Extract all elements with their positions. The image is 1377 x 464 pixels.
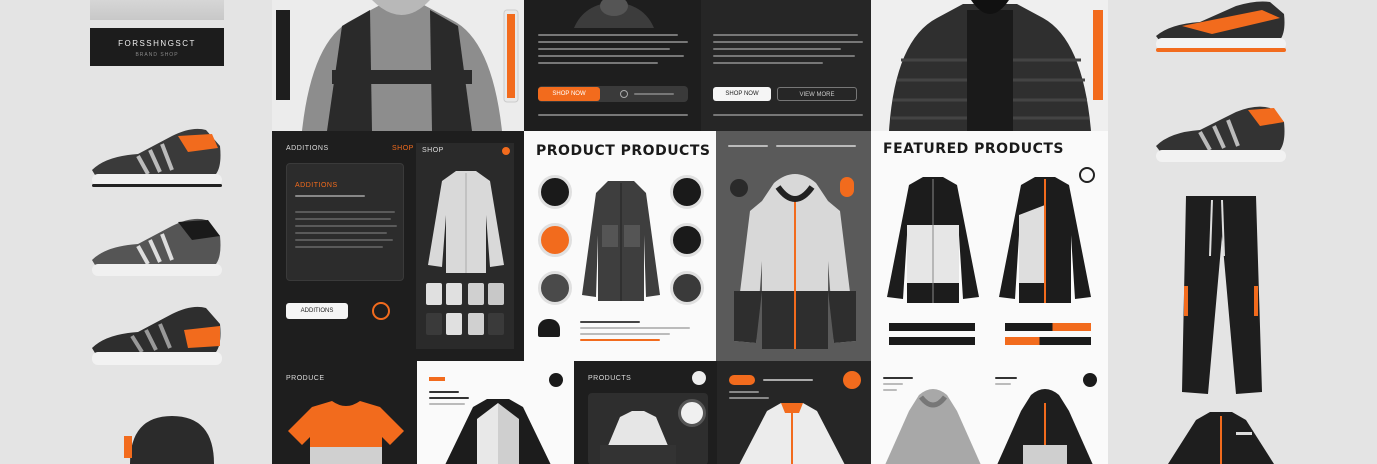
hero-panel-vest xyxy=(272,0,524,131)
sneaker-right-2 xyxy=(1156,106,1286,162)
hoodie-image xyxy=(734,174,856,349)
product-products-panel: PRODUCT PRODUCTS xyxy=(524,131,716,361)
view-more-button-c[interactable]: VIEW MORE xyxy=(777,87,857,101)
mockup-board: { "brand": { "logo_text": "FORSSHNGSCT",… xyxy=(0,0,1377,464)
featured-products-panel: FEATURED PRODUCTS xyxy=(871,131,1108,361)
product-card-3d xyxy=(717,361,871,464)
grey-jacket-image xyxy=(428,171,504,273)
shop-now-button-b[interactable]: SHOP NOW xyxy=(538,87,600,101)
color-option-black-2[interactable] xyxy=(670,175,704,209)
beanie-hat xyxy=(124,416,214,464)
play-icon[interactable] xyxy=(678,399,706,427)
sneaker-right-1 xyxy=(1156,1,1286,52)
track-jacket-orange-zip-image xyxy=(999,177,1091,303)
shop-now-button-c[interactable]: SHOP NOW xyxy=(713,87,771,101)
color-option-grey-2[interactable] xyxy=(670,271,704,305)
brand-logo-card: FORSSHNGSCT BRAND SHOP xyxy=(90,28,224,66)
dark-additions-panel: ADDITIONS SHOP ADDITIONS ADDITIONS SHOP xyxy=(272,131,524,361)
track-jacket-right xyxy=(1168,412,1274,464)
color-option-grey[interactable] xyxy=(538,271,572,305)
sneaker-left-1 xyxy=(92,128,222,187)
brand-logo-subtext: BRAND SHOP xyxy=(135,52,179,58)
model-portrait-b xyxy=(574,0,654,28)
color-option-black-3[interactable] xyxy=(670,223,704,257)
featured-products-title: FEATURED PRODUCTS xyxy=(883,141,1064,157)
content-card: ADDITIONS xyxy=(286,163,404,281)
produce-panel: PRODUCE xyxy=(272,361,417,464)
close-icon[interactable] xyxy=(502,147,510,155)
products-panel-3c: PRODUCTS xyxy=(574,361,717,464)
products-title: PRODUCTS xyxy=(588,375,632,382)
product-jacket-card: SHOP xyxy=(416,143,514,349)
track-pants xyxy=(1182,196,1262,394)
model-vest-image xyxy=(272,0,524,131)
white-jacket-orange-collar-image xyxy=(739,403,845,464)
color-option-black-1[interactable] xyxy=(538,175,572,209)
gear-icon[interactable] xyxy=(620,90,628,98)
logo-swatch-top xyxy=(90,0,224,20)
color-option-orange[interactable] xyxy=(538,223,572,257)
product-jacket-card-tag: SHOP xyxy=(422,147,444,154)
content-card-title: ADDITIONS xyxy=(295,182,338,189)
product-products-title: PRODUCT PRODUCTS xyxy=(536,143,711,159)
track-jacket-white-image xyxy=(887,177,979,303)
grey-hoodie-image xyxy=(885,389,981,464)
dark-panel-title: ADDITIONS xyxy=(286,145,329,152)
sneaker-left-3 xyxy=(92,306,222,365)
additions-button[interactable]: ADDITIONS xyxy=(286,303,348,319)
model-puffer-image xyxy=(871,0,1108,131)
black-hoodie-orange-zip-image xyxy=(997,389,1093,464)
dark-panel-tag: SHOP xyxy=(392,145,414,152)
produce-title: PRODUCE xyxy=(286,375,325,382)
hero-panel-puffer xyxy=(871,0,1108,131)
hero-panel-text-c: SHOP NOW VIEW MORE xyxy=(701,0,871,131)
product-card-3b xyxy=(417,361,574,464)
hero-panel-text-b: SHOP NOW xyxy=(524,0,701,131)
orange-tee-image xyxy=(288,401,404,464)
hoodie-panel xyxy=(716,131,871,361)
arrow-right-icon[interactable] xyxy=(372,302,390,320)
brand-logo-text: FORSSHNGSCT xyxy=(118,39,196,48)
sneaker-left-2 xyxy=(92,218,222,276)
white-track-jacket-image xyxy=(445,399,551,464)
hoodie-cards-3e xyxy=(871,361,1108,464)
dark-vest-jacket-image xyxy=(582,181,660,301)
dark-jacket-3c-image xyxy=(600,411,676,464)
